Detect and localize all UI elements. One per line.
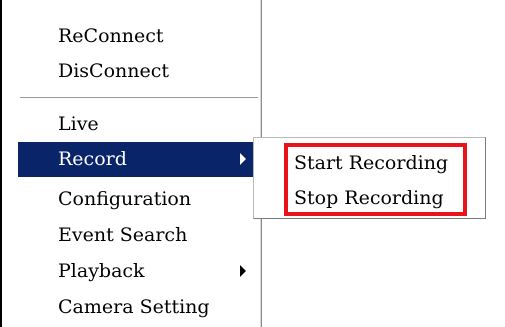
menu-item-event-search[interactable]: Event Search: [18, 218, 262, 253]
screenshot-stage: ReConnect DisConnect Live Record Configu…: [0, 0, 505, 327]
menu-item-label: Event Search: [58, 224, 188, 246]
menu-item-live[interactable]: Live: [18, 107, 262, 142]
context-menu: ReConnect DisConnect Live Record Configu…: [0, 0, 262, 327]
menu-item-label: ReConnect: [58, 25, 164, 47]
annotation-highlight-box: [284, 143, 467, 216]
menu-item-label: DisConnect: [58, 60, 170, 82]
menu-item-reconnect[interactable]: ReConnect: [18, 19, 262, 54]
submenu-arrow-icon: [240, 265, 246, 277]
menu-item-disconnect[interactable]: DisConnect: [18, 54, 262, 89]
menu-item-camera-setting[interactable]: Camera Setting: [18, 290, 262, 325]
menu-item-label: Camera Setting: [58, 296, 210, 318]
submenu-arrow-icon: [240, 153, 246, 165]
menu-item-label: Record: [58, 148, 127, 170]
menu-item-label: Playback: [58, 260, 145, 282]
menu-separator: [20, 97, 258, 99]
menu-item-playback[interactable]: Playback: [18, 254, 262, 289]
menu-item-label: Configuration: [58, 188, 192, 210]
menu-item-record[interactable]: Record: [18, 142, 262, 177]
menu-item-configuration[interactable]: Configuration: [18, 182, 262, 217]
menu-item-label: Live: [58, 113, 99, 135]
